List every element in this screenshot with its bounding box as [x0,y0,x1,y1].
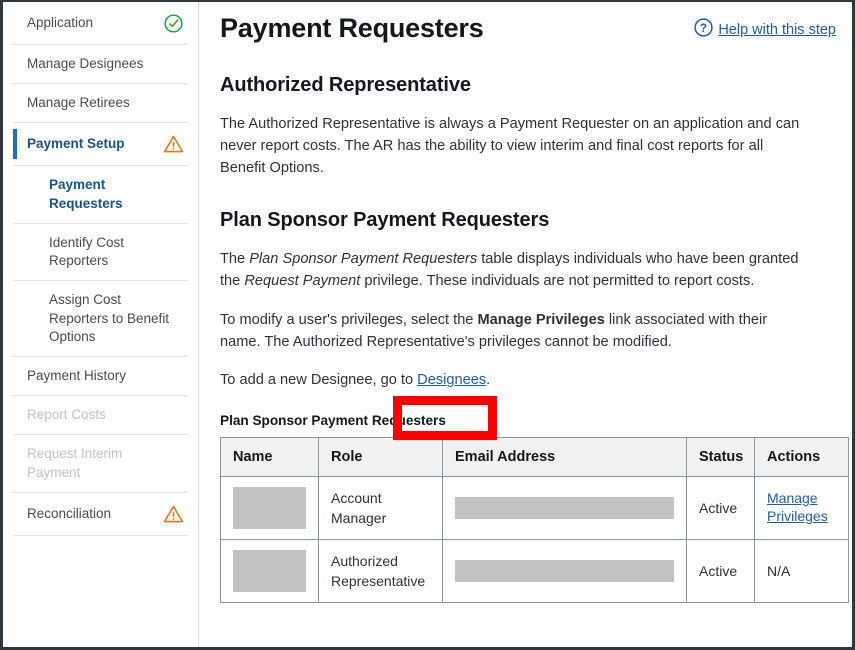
sidebar-item-label: Payment Setup [27,135,162,153]
main-content-area: Payment Requesters ? Help with this step… [200,2,852,647]
sidebar-item-label: Assign Cost Reporters to Benefit Options [49,291,184,346]
active-indicator-bar [13,129,17,159]
table-row: Authorized Representative Active N/A [221,540,849,603]
cell-actions: N/A [755,540,849,603]
sidebar-item-label: Identify Cost Reporters [49,234,184,270]
paragraph-text: The [220,251,249,267]
page-title: Payment Requesters [220,14,484,44]
check-circle-icon [162,12,184,34]
emphasis-request-payment: Request Payment [244,273,360,289]
sidebar-item-label: Request Interim Payment [27,445,184,481]
content-header: Payment Requesters ? Help with this step [220,12,842,44]
cell-role: Account Manager [319,477,443,540]
cell-name [221,540,319,603]
sidebar-item-label: Manage Designees [27,55,184,73]
sidebar-item-label: Manage Retirees [27,94,184,112]
sidebar-item-reconciliation[interactable]: Reconciliation [13,493,188,536]
application-window: Application Manage Designees Manage Reti… [0,0,855,650]
sidebar-item-label: Payment History [27,367,184,385]
sidebar-item-label: Payment Requesters [49,176,184,212]
paragraph-text: To modify a user's privileges, select th… [220,312,477,328]
redacted-email-block [455,560,674,582]
sidebar-item-report-costs: Report Costs [13,396,188,435]
section-title-plan-sponsor-payment-requesters: Plan Sponsor Payment Requesters [220,209,842,232]
cell-email [443,540,687,603]
warning-triangle-icon [162,503,184,525]
section-title-authorized-representative: Authorized Representative [220,74,842,97]
table-caption: Plan Sponsor Payment Requesters [220,413,842,428]
sidebar-item-label: Application [27,14,162,32]
column-header-status: Status [687,438,755,477]
plan-sponsor-payment-requesters-table: Name Role Email Address Status Actions A… [220,437,849,603]
redacted-name-block [233,550,306,592]
cell-actions: Manage Privileges [755,477,849,540]
redacted-email-block [455,497,674,519]
sidebar-item-label: Reconciliation [27,505,162,523]
column-header-email-address: Email Address [443,438,687,477]
paragraph-text: To add a new Designee, go to [220,372,417,388]
table-row: Account Manager Active Manage Privileges [221,477,849,540]
cell-role: Authorized Representative [319,540,443,603]
sidebar-item-manage-designees[interactable]: Manage Designees [13,45,188,84]
paragraph-text: . [486,372,490,388]
help-with-this-step-link[interactable]: ? Help with this step [693,17,836,43]
redacted-name-block [233,487,306,529]
sidebar-item-label: Report Costs [27,406,184,424]
bold-manage-privileges: Manage Privileges [477,312,604,328]
add-designee-description: To add a new Designee, go to Designees. [220,369,810,391]
designees-link[interactable]: Designees [417,372,486,388]
question-circle-icon: ? [693,17,714,43]
column-header-name: Name [221,438,319,477]
sidebar-item-payment-requesters[interactable]: Payment Requesters [13,166,188,223]
modify-privileges-description: To modify a user's privileges, select th… [220,309,805,353]
paragraph-text: privilege. These individuals are not per… [360,273,754,289]
sidebar-item-payment-setup[interactable]: Payment Setup [13,123,188,166]
sidebar-item-manage-retirees[interactable]: Manage Retirees [13,84,188,123]
left-navigation-sidebar: Application Manage Designees Manage Reti… [3,2,199,647]
sidebar-item-application[interactable]: Application [13,2,188,45]
authorized-representative-description: The Authorized Representative is always … [220,113,810,180]
column-header-role: Role [319,438,443,477]
cell-status: Active [687,540,755,603]
table-header-row: Name Role Email Address Status Actions [221,438,849,477]
svg-text:?: ? [700,21,707,35]
column-header-actions: Actions [755,438,849,477]
emphasis-plan-sponsor-payment-requesters: Plan Sponsor Payment Requesters [249,251,477,267]
cell-name [221,477,319,540]
sidebar-item-identify-cost-reporters[interactable]: Identify Cost Reporters [13,224,188,281]
cell-email [443,477,687,540]
plan-sponsor-table-description: The Plan Sponsor Payment Requesters tabl… [220,248,810,292]
sidebar-item-payment-history[interactable]: Payment History [13,357,188,396]
sidebar-item-request-interim-payment: Request Interim Payment [13,435,188,492]
warning-triangle-icon [162,133,184,155]
manage-privileges-link[interactable]: Manage Privileges [767,490,836,525]
sidebar-item-assign-cost-reporters[interactable]: Assign Cost Reporters to Benefit Options [13,281,188,357]
cell-status: Active [687,477,755,540]
help-link-label: Help with this step [718,22,836,38]
